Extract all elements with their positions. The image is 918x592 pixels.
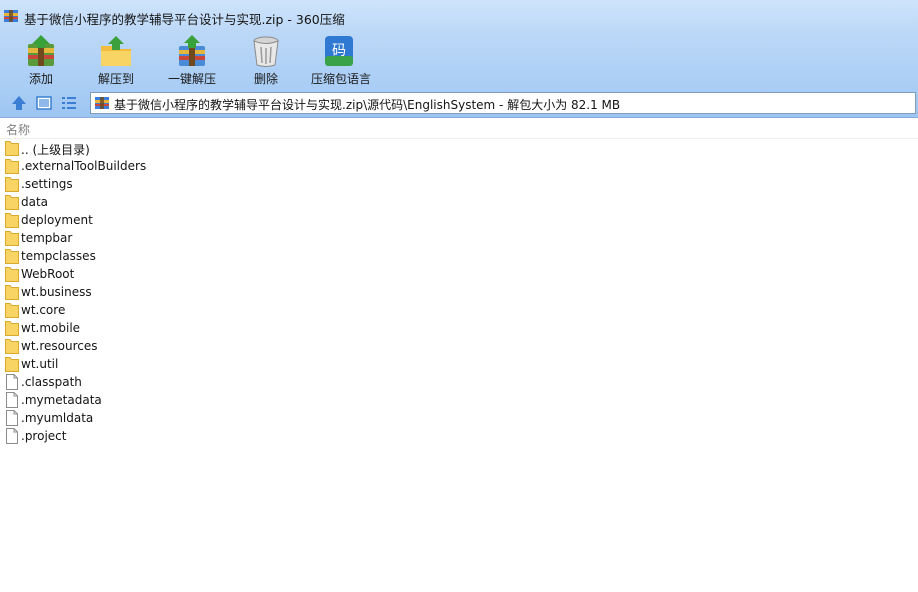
list-item[interactable]: WebRoot xyxy=(0,265,918,283)
folder-icon xyxy=(5,213,19,228)
list-item[interactable]: deployment xyxy=(0,211,918,229)
file-name: tempclasses xyxy=(21,249,96,263)
file-name: deployment xyxy=(21,213,93,227)
archive-language-glyph: 码 xyxy=(332,43,346,59)
file-name: tempbar xyxy=(21,231,73,245)
archive-language-icon: 码 xyxy=(325,36,353,66)
title-bar: 基于微信小程序的教学辅导平台设计与实现.zip - 360压缩 xyxy=(0,0,918,32)
up-arrow-icon[interactable] xyxy=(10,94,28,112)
list-item[interactable]: tempbar xyxy=(0,229,918,247)
file-name: .. (上级目录) xyxy=(21,143,90,157)
file-list-pane: 名称 .. (上级目录) .externalToolBuilders .settin… xyxy=(0,119,918,592)
folder-icon xyxy=(5,177,19,192)
file-name: wt.core xyxy=(21,303,66,317)
folder-icon xyxy=(5,159,19,174)
list-item[interactable]: wt.resources xyxy=(0,337,918,355)
add-button[interactable]: 添加 xyxy=(14,32,68,88)
folder-icon xyxy=(5,141,19,156)
file-name: wt.business xyxy=(21,285,92,299)
file-name: wt.util xyxy=(21,357,59,371)
extract-to-icon xyxy=(101,36,131,66)
file-name: .settings xyxy=(21,177,73,191)
one-click-extract-icon xyxy=(179,35,205,66)
add-label: 添加 xyxy=(28,72,53,86)
file-name: .externalToolBuilders xyxy=(21,159,147,173)
file-name: .mymetadata xyxy=(21,393,102,407)
list-item[interactable]: wt.mobile xyxy=(0,319,918,337)
list-item[interactable]: .classpath xyxy=(0,373,918,391)
address-path: 基于微信小程序的教学辅导平台设计与实现.zip\源代码\EnglishSyste… xyxy=(114,98,621,112)
file-icon xyxy=(6,410,18,426)
file-list: .. (上级目录) .externalToolBuilders .settings d… xyxy=(0,139,918,445)
file-name: wt.resources xyxy=(21,339,98,353)
file-icon xyxy=(6,374,18,390)
file-name: .myumldata xyxy=(21,411,94,425)
list-item[interactable]: tempclasses xyxy=(0,247,918,265)
list-item[interactable]: .settings xyxy=(0,175,918,193)
file-name: .project xyxy=(21,429,67,443)
folder-icon xyxy=(5,231,19,246)
list-item[interactable]: .externalToolBuilders xyxy=(0,157,918,175)
folder-icon xyxy=(5,303,19,318)
archive-icon xyxy=(95,97,109,109)
one-click-extract-button[interactable]: 一键解压 xyxy=(164,32,220,88)
file-icon xyxy=(6,428,18,444)
add-archive-icon xyxy=(28,35,54,66)
list-item[interactable]: wt.business xyxy=(0,283,918,301)
archive-language-button[interactable]: 码 压缩包语言 xyxy=(306,32,376,88)
address-bar[interactable]: 基于微信小程序的教学辅导平台设计与实现.zip\源代码\EnglishSyste… xyxy=(90,92,916,114)
thumbnail-view-icon[interactable] xyxy=(35,94,53,112)
file-icon xyxy=(6,392,18,408)
list-view-icon[interactable] xyxy=(60,94,78,112)
file-name: .classpath xyxy=(21,375,82,389)
list-item[interactable]: data xyxy=(0,193,918,211)
folder-icon xyxy=(5,357,19,372)
file-name: data xyxy=(21,195,49,209)
list-item[interactable]: .myumldata xyxy=(0,409,918,427)
folder-icon xyxy=(5,321,19,336)
delete-bin-icon xyxy=(253,36,279,67)
list-item[interactable]: .mymetadata xyxy=(0,391,918,409)
archive-icon xyxy=(4,10,18,22)
file-name: WebRoot xyxy=(21,267,75,281)
list-item[interactable]: wt.util xyxy=(0,355,918,373)
column-header-name[interactable]: 名称 xyxy=(6,121,30,138)
list-item[interactable]: wt.core xyxy=(0,301,918,319)
extract-to-label: 解压到 xyxy=(97,72,134,86)
window-title: 基于微信小程序的教学辅导平台设计与实现.zip - 360压缩 xyxy=(24,12,345,27)
list-item[interactable]: .project xyxy=(0,427,918,445)
folder-icon xyxy=(5,195,19,210)
folder-icon xyxy=(5,249,19,264)
toolbar: 添加 解压到 一键解压 删除 码 压缩包语言 xyxy=(0,32,918,88)
file-name: wt.mobile xyxy=(21,321,81,335)
delete-button[interactable]: 删除 xyxy=(244,32,288,88)
delete-label: 删除 xyxy=(253,72,278,86)
address-row: 基于微信小程序的教学辅导平台设计与实现.zip\源代码\EnglishSyste… xyxy=(0,88,918,118)
folder-icon xyxy=(5,285,19,300)
extract-to-button[interactable]: 解压到 xyxy=(88,32,144,88)
one-click-extract-label: 一键解压 xyxy=(167,72,216,86)
archive-language-label: 压缩包语言 xyxy=(310,72,371,86)
folder-icon xyxy=(5,267,19,282)
list-item[interactable]: .. (上级目录) xyxy=(0,139,918,157)
folder-icon xyxy=(5,339,19,354)
